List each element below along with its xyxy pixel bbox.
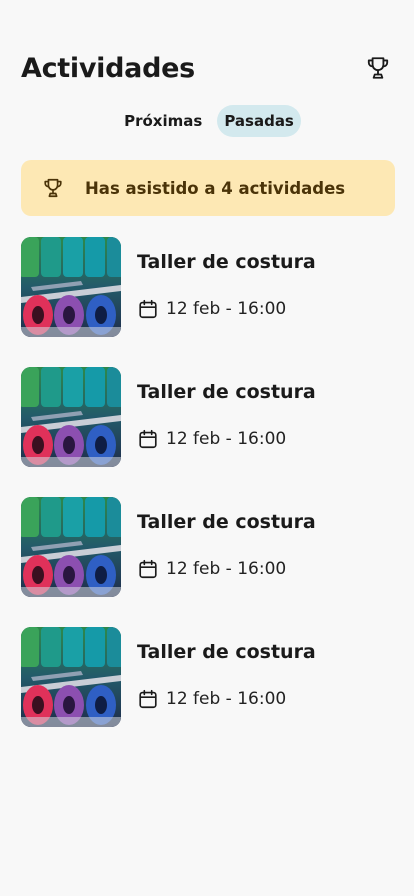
activity-card[interactable]: Taller de costura 12 feb - 16:00 [21, 367, 395, 467]
activity-title: Taller de costura [137, 251, 316, 273]
page-title: Actividades [21, 52, 195, 84]
trophy-button[interactable] [364, 54, 392, 82]
tab-pasadas[interactable]: Pasadas [217, 105, 301, 137]
activity-image [21, 367, 121, 467]
tab-proximas[interactable]: Próximas [117, 105, 209, 137]
activity-title: Taller de costura [137, 641, 316, 663]
activity-image [21, 237, 121, 337]
trophy-icon [44, 178, 62, 198]
header: Actividades [21, 50, 392, 86]
activity-card[interactable]: Taller de costura 12 feb - 16:00 [21, 237, 395, 337]
activity-image [21, 627, 121, 727]
activity-list: Taller de costura 12 feb - 16:00 Taller … [21, 237, 395, 757]
activity-card[interactable]: Taller de costura 12 feb - 16:00 [21, 627, 395, 727]
activity-date: 12 feb - 16:00 [166, 429, 287, 449]
banner-trophy-icon [41, 176, 65, 200]
activity-card[interactable]: Taller de costura 12 feb - 16:00 [21, 497, 395, 597]
activity-date: 12 feb - 16:00 [166, 689, 287, 709]
activity-title: Taller de costura [137, 381, 316, 403]
tabs: Próximas Pasadas [0, 105, 414, 137]
attendance-banner: Has asistido a 4 actividades [21, 160, 395, 216]
calendar-icon [137, 428, 159, 450]
calendar-icon [137, 298, 159, 320]
activity-date: 12 feb - 16:00 [166, 559, 287, 579]
activity-image [21, 497, 121, 597]
calendar-icon [137, 688, 159, 710]
calendar-icon [137, 558, 159, 580]
activity-date: 12 feb - 16:00 [166, 299, 287, 319]
activity-title: Taller de costura [137, 511, 316, 533]
trophy-icon [367, 57, 389, 79]
banner-text: Has asistido a 4 actividades [85, 178, 346, 198]
